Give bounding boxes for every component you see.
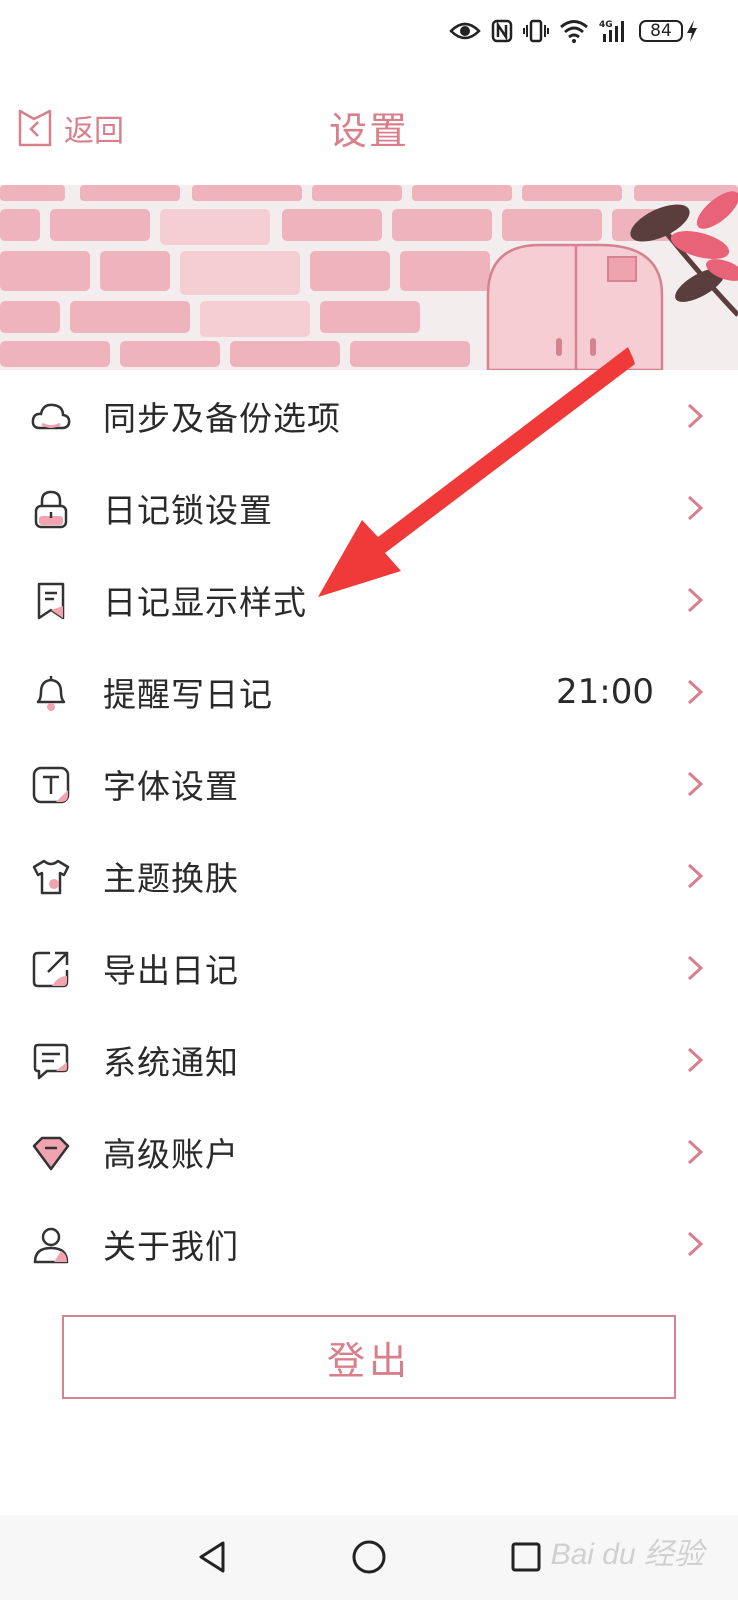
signal-4g-icon: 4G <box>599 20 624 42</box>
chevron-right-icon <box>687 1047 704 1073</box>
menu-label-premium: 高级账户 <box>103 1135 239 1174</box>
nav-back-button[interactable] <box>184 1529 240 1585</box>
chevron-right-icon <box>687 771 704 797</box>
chevron-right-icon <box>687 679 704 705</box>
brick-wall-illustration <box>0 185 738 370</box>
chevron-right-icon <box>687 863 704 889</box>
eye-icon <box>449 22 481 40</box>
battery-indicator: 84 <box>639 19 698 43</box>
bell-icon <box>36 676 66 711</box>
menu-item-font[interactable]: 字体设置 <box>0 738 738 830</box>
vibrate-icon <box>523 19 549 43</box>
menu-item-display-style[interactable]: 日记显示样式 <box>0 554 738 646</box>
menu-item-diary-lock[interactable]: 日记锁设置 <box>0 462 738 554</box>
menu-label-sync-backup: 同步及备份选项 <box>103 399 341 438</box>
header: 返回 设置 <box>0 90 738 165</box>
status-icons: 4G 84 <box>449 18 698 44</box>
diamond-icon <box>32 1136 70 1171</box>
settings-menu: 同步及备份选项 日记锁设置 日记显示样式 提醒写日记 21:00 字体设置 主题… <box>0 370 738 1290</box>
tshirt-icon <box>32 859 70 895</box>
chevron-right-icon <box>687 1231 704 1257</box>
charging-icon <box>687 20 697 42</box>
nav-home-button[interactable] <box>341 1529 397 1585</box>
chevron-right-icon <box>687 1139 704 1165</box>
menu-item-about[interactable]: 关于我们 <box>0 1198 738 1290</box>
system-nav-bar: Bai du 经验 <box>0 1515 738 1600</box>
chevron-right-icon <box>687 403 704 429</box>
menu-item-sync-backup[interactable]: 同步及备份选项 <box>0 370 738 462</box>
reminder-time-value: 21:00 <box>556 672 654 712</box>
menu-item-premium[interactable]: 高级账户 <box>0 1106 738 1198</box>
circle-home-icon <box>352 1540 386 1574</box>
menu-label-export: 导出日记 <box>103 951 239 990</box>
chevron-right-icon <box>687 495 704 521</box>
nav-recents-button[interactable] <box>498 1529 554 1585</box>
chevron-right-icon <box>687 955 704 981</box>
watermark: Bai du 经验 <box>550 1538 704 1571</box>
logout-button[interactable]: 登出 <box>62 1315 676 1399</box>
menu-label-about: 关于我们 <box>103 1227 239 1266</box>
header-banner <box>0 185 738 370</box>
lock-icon <box>34 490 68 529</box>
message-icon <box>33 1043 69 1080</box>
menu-item-export[interactable]: 导出日记 <box>0 922 738 1014</box>
bookmark-icon <box>37 582 65 620</box>
nfc-icon <box>491 19 513 43</box>
svg-text:4G: 4G <box>599 20 613 30</box>
user-icon <box>33 1227 69 1264</box>
export-icon <box>32 951 69 988</box>
page-title: 设置 <box>328 109 409 153</box>
menu-item-theme[interactable]: 主题换肤 <box>0 830 738 922</box>
font-icon <box>32 766 70 804</box>
menu-label-display-style: 日记显示样式 <box>103 583 307 622</box>
chevron-right-icon <box>687 587 704 613</box>
status-bar: 4G 84 <box>0 0 738 70</box>
battery-level: 84 <box>639 20 683 42</box>
wifi-icon <box>560 20 588 43</box>
cloud-icon <box>31 403 71 430</box>
menu-label-reminder: 提醒写日记 <box>103 675 273 714</box>
square-recents-icon <box>511 1542 541 1572</box>
menu-label-notifications: 系统通知 <box>103 1043 239 1082</box>
triangle-back-icon <box>199 1541 225 1573</box>
menu-item-notifications[interactable]: 系统通知 <box>0 1014 738 1106</box>
menu-label-diary-lock: 日记锁设置 <box>103 491 273 530</box>
menu-item-reminder[interactable]: 提醒写日记 21:00 <box>0 646 738 738</box>
menu-label-theme: 主题换肤 <box>103 859 239 898</box>
menu-label-font: 字体设置 <box>103 767 239 806</box>
